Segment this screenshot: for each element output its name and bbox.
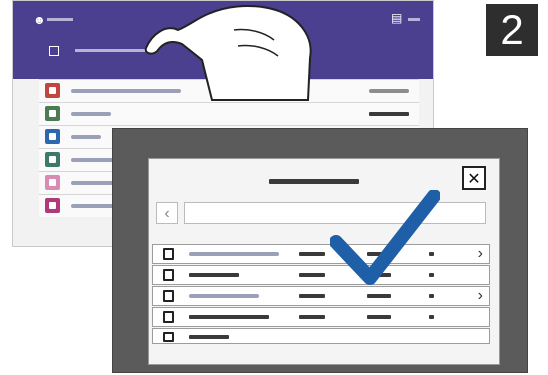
chevron-right-icon[interactable]: ›	[478, 287, 483, 305]
hand-tap-icon	[144, 5, 312, 101]
magenta-app-icon	[45, 198, 60, 213]
back-button[interactable]: ‹	[156, 202, 178, 224]
document-icon	[163, 269, 174, 281]
document-icon	[163, 311, 174, 323]
close-button[interactable]: ✕	[462, 166, 486, 190]
folder-icon	[163, 290, 174, 302]
folder-icon	[163, 248, 174, 260]
red-app-icon	[45, 83, 60, 98]
teal-app-icon	[45, 152, 60, 167]
pinwheel-app-icon	[45, 175, 60, 190]
chevron-right-icon[interactable]: ›	[478, 245, 483, 263]
user-icon[interactable]: ☻	[33, 13, 46, 27]
checkmark-icon	[330, 190, 440, 285]
device-icon[interactable]: ▤	[391, 11, 402, 25]
blue-app-icon	[45, 129, 60, 144]
file-row[interactable]	[152, 328, 490, 344]
file-row[interactable]	[152, 307, 490, 327]
green-app-icon	[45, 106, 60, 121]
step-badge: 2	[486, 4, 538, 56]
document-icon	[163, 332, 174, 342]
signin-icon[interactable]	[49, 46, 59, 56]
app-row[interactable]	[39, 102, 419, 125]
